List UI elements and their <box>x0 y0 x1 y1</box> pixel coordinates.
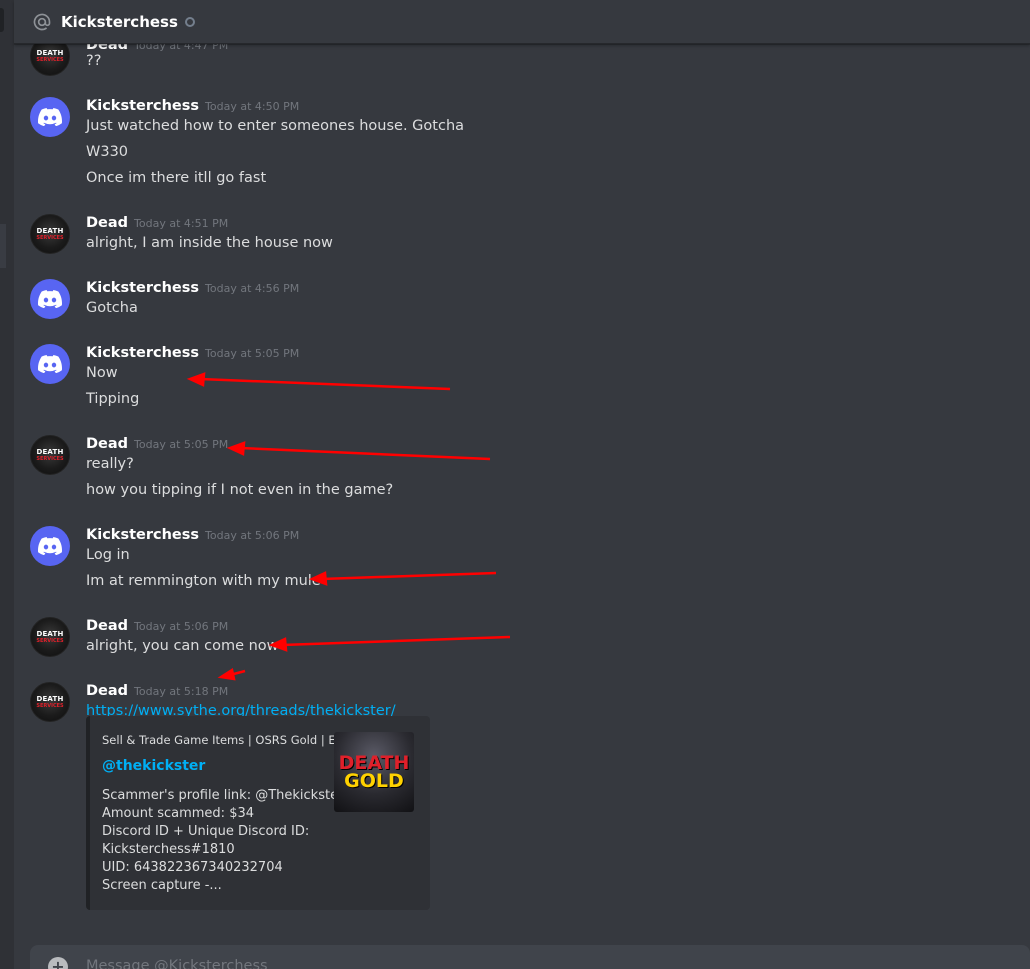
embed-description-line: Scammer's profile link: @Thekickster <box>102 788 344 803</box>
avatar-dead[interactable]: DEATH SERVICES <box>30 617 70 657</box>
message-text: really? <box>86 456 134 472</box>
embed-description-line: Amount scammed: $34 <box>102 806 255 821</box>
username[interactable]: Dead <box>86 436 128 452</box>
avatar-text-bottom: SERVICES <box>36 455 64 462</box>
avatar-text-top: DEATH <box>36 226 64 235</box>
embed-description-line: Kicksterchess#1810 <box>102 842 235 857</box>
channel-title: Kicksterchess <box>61 12 178 31</box>
channel-header: Kicksterchess <box>14 0 1030 44</box>
offline-status-icon <box>184 17 195 27</box>
avatar-text-bottom: SERVICES <box>36 234 64 241</box>
timestamp: Today at 5:05 PM <box>205 347 300 360</box>
message-text: alright, I am inside the house now <box>86 235 333 251</box>
avatar-kicksterchess[interactable] <box>30 279 70 319</box>
thumbnail-text-bottom: GOLD <box>344 770 404 792</box>
timestamp: Today at 4:56 PM <box>205 282 300 295</box>
timestamp: Today at 5:05 PM <box>134 438 229 451</box>
message-text: Just watched how to enter someones house… <box>86 118 465 134</box>
username[interactable]: Kicksterchess <box>86 98 199 114</box>
username[interactable]: Kicksterchess <box>86 345 199 361</box>
rail-selected-indicator <box>0 224 6 268</box>
message-text: Once im there itll go fast <box>86 170 267 186</box>
timestamp: Today at 5:06 PM <box>134 620 229 633</box>
message-header: Dead Today at 5:05 PM <box>86 433 228 452</box>
embed-description-line: Discord ID + Unique Discord ID: <box>102 824 310 839</box>
message-text: how you tipping if I not even in the gam… <box>86 482 394 498</box>
avatar-text-top: DEATH <box>36 48 64 57</box>
add-attachment-icon[interactable]: + <box>48 957 68 969</box>
timestamp: Today at 5:06 PM <box>205 529 300 542</box>
discord-logo-icon <box>38 108 62 126</box>
at-sign-icon <box>33 13 51 30</box>
discord-logo-icon <box>38 355 62 373</box>
avatar-text-bottom: SERVICES <box>36 637 64 644</box>
avatar-text-top: DEATH <box>36 694 64 703</box>
message-header: Kicksterchess Today at 4:50 PM <box>86 95 299 114</box>
message-list: DEATH SERVICES Dead Today at 4:47 PM ?? K… <box>14 0 1030 945</box>
avatar-text-bottom: SERVICES <box>36 56 64 63</box>
avatar-kicksterchess[interactable] <box>30 97 70 137</box>
message-text: Log in <box>86 547 130 563</box>
discord-logo-icon <box>38 290 62 308</box>
avatar-dead[interactable]: DEATH SERVICES <box>30 682 70 722</box>
embed-description-line: UID: 643822367340232704 <box>102 860 283 875</box>
message-header: Kicksterchess Today at 5:06 PM <box>86 524 299 543</box>
message-text: alright, you can come now <box>86 638 279 654</box>
username[interactable]: Kicksterchess <box>86 280 199 296</box>
message-text: Im at remmington with my mule <box>86 573 321 589</box>
embed-description-line: Screen capture -... <box>102 878 222 893</box>
discord-logo-icon <box>38 537 62 555</box>
username[interactable]: Dead <box>86 618 128 634</box>
avatar-text-bottom: SERVICES <box>36 702 64 709</box>
message-text: Tipping <box>86 391 140 407</box>
message-header: Dead Today at 5:18 PM <box>86 680 228 699</box>
message-header: Kicksterchess Today at 4:56 PM <box>86 277 299 296</box>
avatar-dead[interactable]: DEATH SERVICES <box>30 214 70 254</box>
message-text: ?? <box>86 53 102 69</box>
message-text: Now <box>86 365 118 381</box>
embed-thumbnail[interactable]: DEATH GOLD <box>334 732 414 812</box>
username[interactable]: Dead <box>86 215 128 231</box>
avatar-text-top: DEATH <box>36 629 64 638</box>
username[interactable]: Kicksterchess <box>86 527 199 543</box>
message-header: Dead Today at 5:06 PM <box>86 615 228 634</box>
message-text: W330 <box>86 144 129 160</box>
link-embed: Sell & Trade Game Items | OSRS Gold | EL… <box>86 716 430 910</box>
server-rail <box>0 0 14 969</box>
avatar-text-top: DEATH <box>36 447 64 456</box>
timestamp: Today at 5:18 PM <box>134 685 229 698</box>
timestamp: Today at 4:50 PM <box>205 100 300 113</box>
composer-placeholder: Message @Kicksterchess <box>86 958 268 969</box>
rail-indicator <box>0 8 4 32</box>
embed-description: Scammer's profile link: @Thekickster Amo… <box>102 787 343 895</box>
message-text: Gotcha <box>86 300 138 316</box>
username[interactable]: Dead <box>86 683 128 699</box>
embed-title[interactable]: @thekickster <box>102 758 205 774</box>
message-header: Kicksterchess Today at 5:05 PM <box>86 342 299 361</box>
avatar-kicksterchess[interactable] <box>30 526 70 566</box>
avatar-kicksterchess[interactable] <box>30 344 70 384</box>
message-composer[interactable]: + Message @Kicksterchess <box>30 945 1030 969</box>
timestamp: Today at 4:51 PM <box>134 217 229 230</box>
message-header: Dead Today at 4:51 PM <box>86 212 228 231</box>
avatar-dead[interactable]: DEATH SERVICES <box>30 435 70 475</box>
embed-provider[interactable]: Sell & Trade Game Items | OSRS Gold | EL… <box>102 733 351 747</box>
